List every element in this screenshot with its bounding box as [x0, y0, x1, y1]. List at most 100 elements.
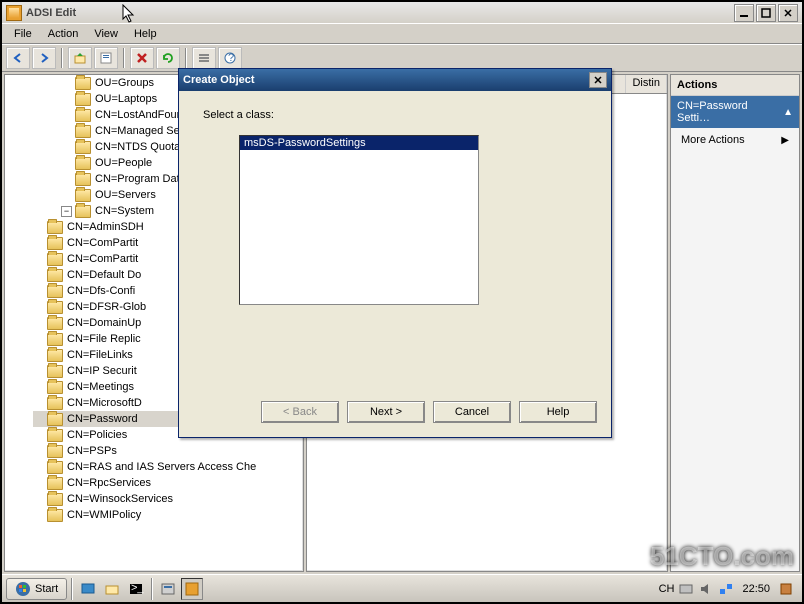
task-adsi-edit[interactable] — [181, 578, 203, 600]
folder-icon — [47, 253, 63, 266]
task-server-manager[interactable] — [157, 578, 179, 600]
actions-item-label: More Actions — [681, 134, 745, 146]
windows-logo-icon — [15, 581, 31, 597]
folder-icon — [47, 509, 63, 522]
menu-file[interactable]: File — [6, 26, 40, 42]
taskbar: Start >_ CH 22:50 — [2, 574, 802, 602]
menu-action[interactable]: Action — [40, 26, 87, 42]
taskbar-separator — [151, 578, 153, 600]
delete-button[interactable] — [130, 47, 154, 69]
folder-icon — [75, 109, 91, 122]
toolbar-separator — [61, 48, 63, 68]
folder-icon — [47, 445, 63, 458]
menu-help[interactable]: Help — [126, 26, 165, 42]
tree-item-label: CN=File Replic — [67, 331, 141, 347]
quicklaunch-cmd[interactable]: >_ — [125, 578, 147, 600]
tree-item-label: CN=ComPartit — [67, 251, 138, 267]
tree-item-label: CN=Managed Serv — [95, 123, 189, 139]
tree-item-label: OU=Groups — [95, 75, 154, 91]
dialog-titlebar[interactable]: Create Object — [179, 69, 611, 91]
folder-icon — [47, 461, 63, 474]
tree-item-label: CN=System — [95, 203, 154, 219]
toolbar-separator — [123, 48, 125, 68]
folder-icon — [75, 125, 91, 138]
titlebar: ADSI Edit — [2, 2, 802, 24]
taskbar-separator — [71, 578, 73, 600]
language-indicator[interactable]: CH — [659, 583, 675, 595]
close-button[interactable] — [778, 4, 798, 22]
folder-icon — [47, 237, 63, 250]
folder-icon — [47, 477, 63, 490]
back-button[interactable] — [6, 47, 30, 69]
class-item-password-settings[interactable]: msDS-PasswordSettings — [240, 136, 478, 150]
folder-icon — [47, 397, 63, 410]
tree-item-label: CN=WMIPolicy — [67, 507, 141, 523]
collapse-icon: ▲ — [783, 107, 793, 118]
up-button[interactable] — [68, 47, 92, 69]
tree-item[interactable]: CN=RpcServices — [33, 475, 303, 491]
tree-item-label: CN=ComPartit — [67, 235, 138, 251]
tree-item-label: CN=DFSR-Glob — [67, 299, 146, 315]
actions-subheader-label: CN=Password Setti… — [677, 100, 783, 124]
tree-item-label: CN=Password — [67, 411, 138, 427]
tree-item-label: CN=PSPs — [67, 443, 117, 459]
tree-item-label: CN=Dfs-Confi — [67, 283, 135, 299]
minimize-button[interactable] — [734, 4, 754, 22]
folder-icon — [75, 93, 91, 106]
actions-pane: Actions CN=Password Setti… ▲ More Action… — [670, 74, 800, 572]
clock[interactable]: 22:50 — [738, 583, 774, 595]
tree-item[interactable]: CN=WMIPolicy — [33, 507, 303, 523]
network-icon[interactable] — [718, 581, 734, 597]
window-title: ADSI Edit — [26, 7, 732, 19]
next-button[interactable]: Next > — [347, 401, 425, 423]
quicklaunch-desktop[interactable] — [77, 578, 99, 600]
folder-icon — [47, 301, 63, 314]
tree-item-label: CN=NTDS Quotas — [95, 139, 186, 155]
tree-item-label: CN=WinsockServices — [67, 491, 173, 507]
tree-item-label: CN=Default Do — [67, 267, 141, 283]
tree-item-label: CN=DomainUp — [67, 315, 141, 331]
properties-button[interactable] — [94, 47, 118, 69]
folder-icon — [47, 285, 63, 298]
toolbar-separator — [185, 48, 187, 68]
tree-item-label: CN=Policies — [67, 427, 127, 443]
volume-icon[interactable] — [698, 581, 714, 597]
tray-icon[interactable] — [778, 581, 794, 597]
folder-icon — [47, 349, 63, 362]
refresh-button[interactable] — [156, 47, 180, 69]
maximize-button[interactable] — [756, 4, 776, 22]
tree-item-label: CN=FileLinks — [67, 347, 133, 363]
start-button[interactable]: Start — [6, 578, 67, 600]
folder-icon — [47, 381, 63, 394]
column-distinguished-name[interactable]: Distin — [626, 75, 667, 93]
tree-item[interactable]: CN=PSPs — [33, 443, 303, 459]
folder-icon — [75, 141, 91, 154]
collapse-toggle[interactable]: − — [61, 206, 72, 217]
forward-button[interactable] — [32, 47, 56, 69]
class-listbox[interactable]: msDS-PasswordSettings — [239, 135, 479, 305]
folder-icon — [47, 413, 63, 426]
folder-icon — [47, 429, 63, 442]
tree-item-label: CN=Meetings — [67, 379, 134, 395]
tree-item-label: CN=Program Data — [95, 171, 186, 187]
list-button[interactable] — [192, 47, 216, 69]
folder-icon — [75, 157, 91, 170]
actions-item-more[interactable]: More Actions ▶ — [671, 128, 799, 152]
tree-item[interactable]: CN=WinsockServices — [33, 491, 303, 507]
cancel-button[interactable]: Cancel — [433, 401, 511, 423]
folder-icon — [47, 317, 63, 330]
quicklaunch-explorer[interactable] — [101, 578, 123, 600]
tray-icon[interactable] — [678, 581, 694, 597]
tree-item-label: CN=IP Securit — [67, 363, 137, 379]
folder-icon — [75, 189, 91, 202]
tree-item[interactable]: CN=RAS and IAS Servers Access Che — [33, 459, 303, 475]
help-button[interactable]: ? — [218, 47, 242, 69]
menu-view[interactable]: View — [86, 26, 126, 42]
actions-header: Actions — [671, 75, 799, 96]
tree-item-label: CN=LostAndFound — [95, 107, 189, 123]
chevron-right-icon: ▶ — [781, 135, 789, 146]
folder-icon — [47, 221, 63, 234]
dialog-close-button[interactable] — [589, 72, 607, 88]
actions-subheader[interactable]: CN=Password Setti… ▲ — [671, 96, 799, 128]
help-button[interactable]: Help — [519, 401, 597, 423]
